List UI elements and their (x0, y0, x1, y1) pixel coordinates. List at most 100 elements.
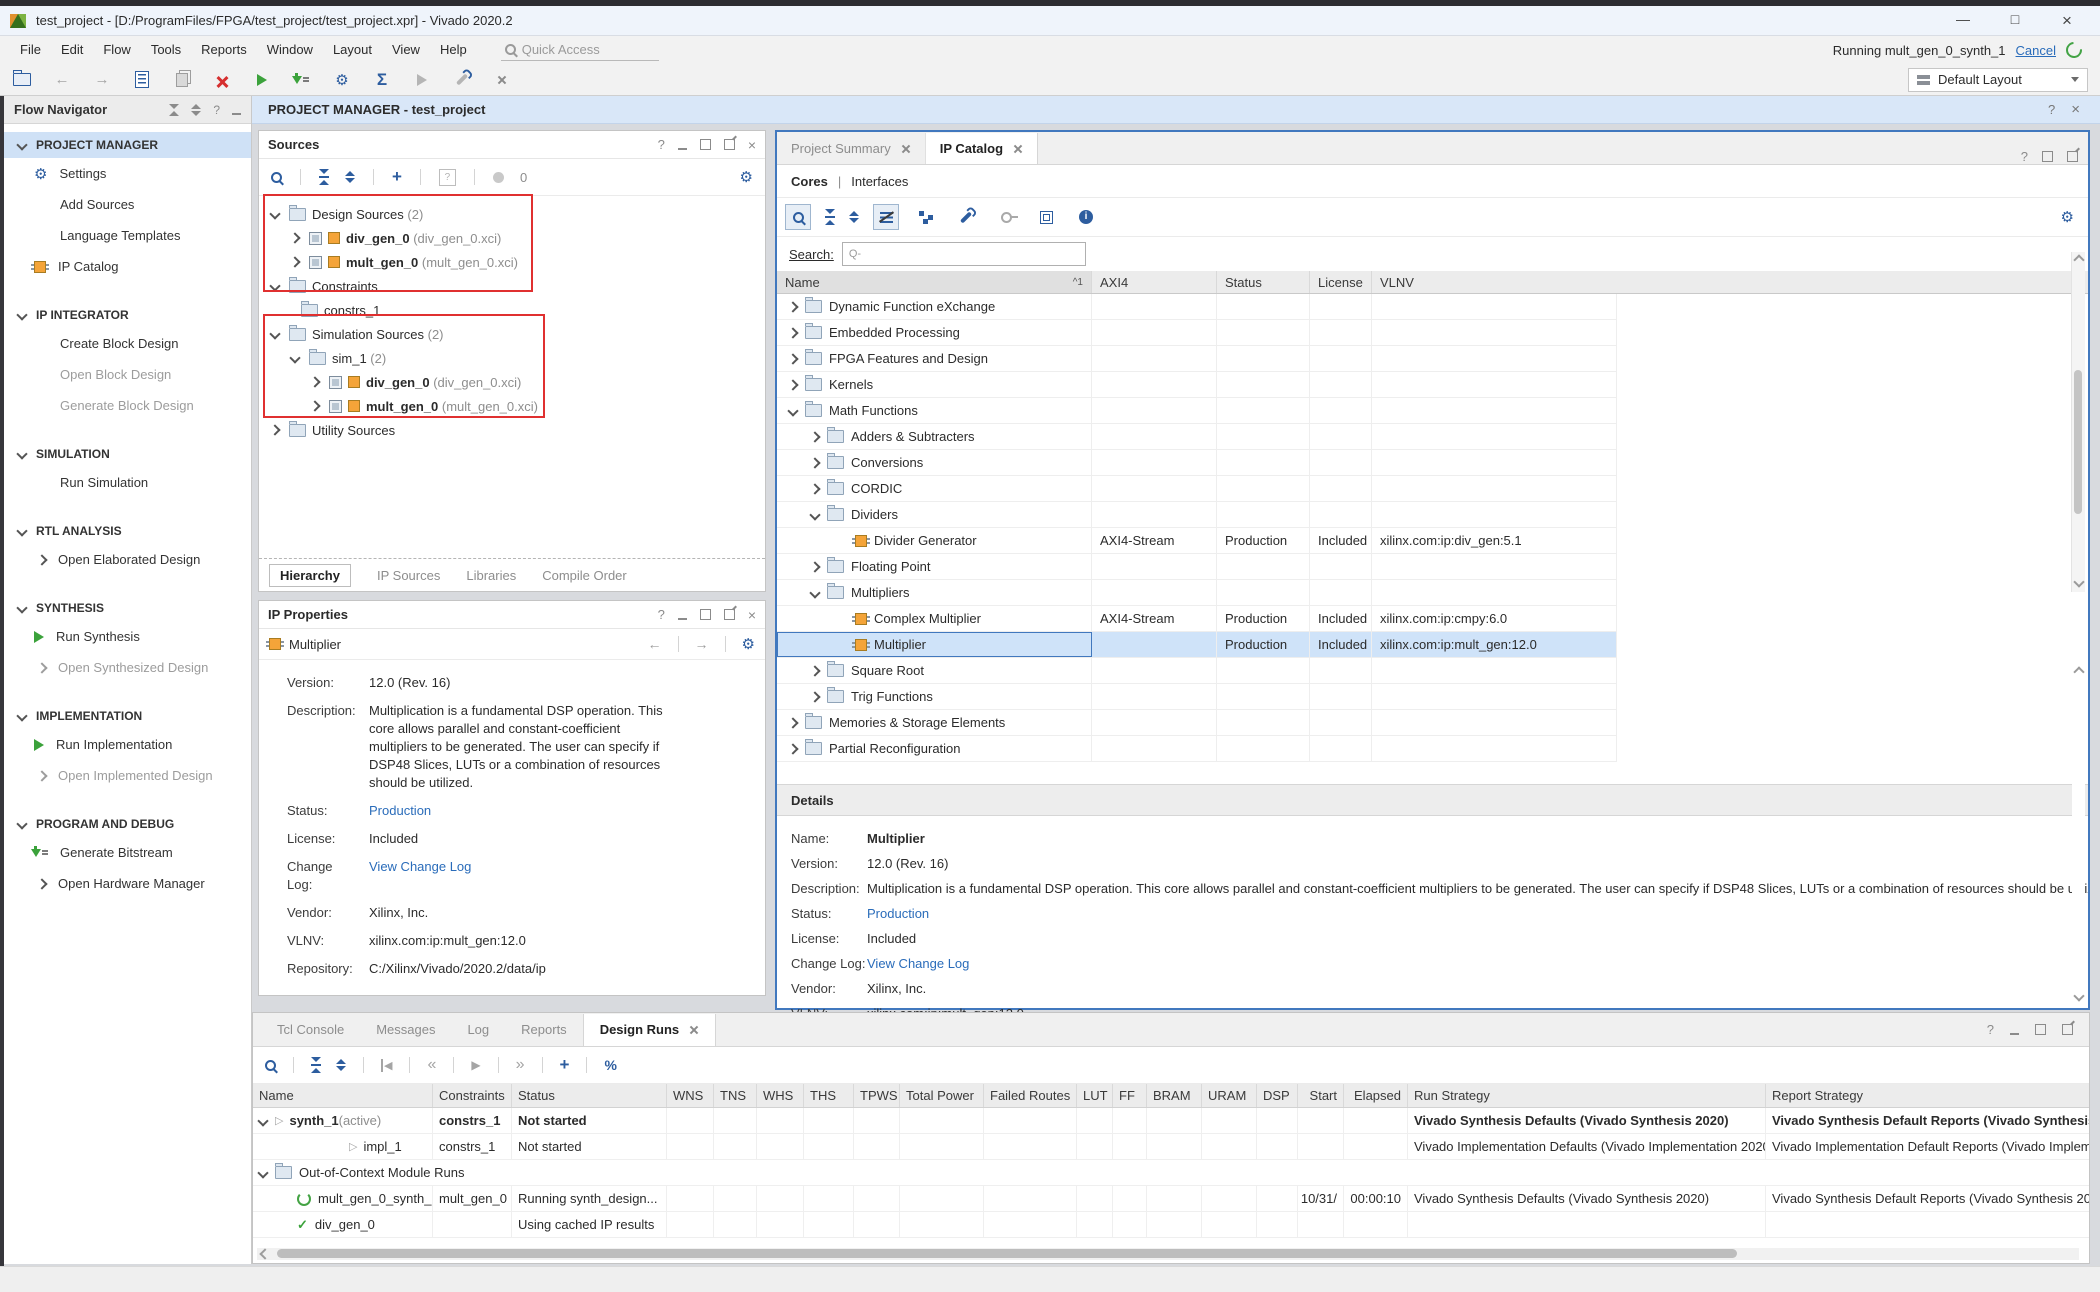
forward-arrow-icon[interactable]: → (695, 636, 709, 652)
column-header[interactable]: Report Strategy (1766, 1084, 2089, 1107)
minimize-panel-icon[interactable] (678, 618, 687, 620)
save-file-icon[interactable] (132, 70, 152, 90)
scrollbar-thumb[interactable] (2074, 370, 2082, 514)
copy-icon[interactable] (172, 70, 192, 90)
catalog-row[interactable]: CORDIC (777, 476, 1617, 502)
filter-icon[interactable] (873, 204, 899, 230)
column-header[interactable]: LUT (1077, 1084, 1113, 1107)
column-header[interactable]: WNS (667, 1084, 714, 1107)
tree-item-utility-sources[interactable]: Utility Sources (259, 418, 765, 442)
column-header[interactable]: URAM (1202, 1084, 1257, 1107)
add-sources-icon[interactable]: + (392, 167, 402, 187)
catalog-row-multiplier-selected[interactable]: MultiplierProductionIncludedxilinx.com:i… (777, 632, 1617, 658)
minimize-panel-icon[interactable] (232, 113, 241, 115)
layout-selector[interactable]: Default Layout (1908, 68, 2088, 92)
panel-settings-gear-icon[interactable]: ⚙ (742, 635, 755, 653)
collapse-all-icon[interactable] (311, 1057, 321, 1073)
nav-item-ip-catalog[interactable]: IP Catalog (4, 251, 251, 282)
catalog-row[interactable]: Adders & Subtracters (777, 424, 1617, 450)
nav-item-create-block-design[interactable]: Create Block Design (4, 328, 251, 359)
tree-item-sim-1[interactable]: sim_1 (2) (259, 346, 765, 370)
open-project-icon[interactable] (12, 70, 32, 90)
status-production-link[interactable]: Production (369, 802, 679, 820)
view-change-log-link[interactable]: View Change Log (369, 858, 679, 894)
tab-compile-order[interactable]: Compile Order (542, 568, 627, 583)
section-header-rtl-analysis[interactable]: RTL ANALYSIS (4, 518, 251, 544)
generate-bitstream-toolbar-icon[interactable] (292, 70, 312, 90)
detail-change-log-link[interactable]: View Change Log (867, 951, 1009, 976)
detail-status-link[interactable]: Production (867, 901, 969, 926)
menu-window[interactable]: Window (257, 39, 323, 61)
run-row-synth-1[interactable]: ▷synth_1 (active) constrs_1 Not started … (253, 1108, 2089, 1134)
tab-messages[interactable]: Messages (360, 1014, 451, 1046)
maximize-window-icon[interactable]: □ (2006, 11, 2024, 31)
expand-all-icon[interactable] (191, 104, 201, 116)
tree-item-constrs-1[interactable]: constrs_1 (259, 298, 765, 322)
details-scrollbar[interactable] (2072, 664, 2085, 1006)
catalog-row[interactable]: Dividers (777, 502, 1617, 528)
catalog-row[interactable]: Conversions (777, 450, 1617, 476)
column-header[interactable]: BRAM (1147, 1084, 1202, 1107)
float-panel-icon[interactable] (724, 139, 735, 150)
create-run-icon[interactable]: + (560, 1055, 570, 1075)
menu-file[interactable]: File (10, 39, 51, 61)
catalog-row[interactable]: Floating Point (777, 554, 1617, 580)
catalog-row[interactable]: FPGA Features and Design (777, 346, 1617, 372)
column-header-vlnv[interactable]: VLNV (1372, 271, 1617, 293)
catalog-scrollbar[interactable] (2071, 252, 2085, 592)
quick-access-search[interactable]: Quick Access (501, 40, 659, 61)
column-header-license[interactable]: License (1310, 271, 1372, 293)
run-row-impl-1[interactable]: ▷impl_1 constrs_1 Not started Vivado Imp… (253, 1134, 2089, 1160)
catalog-search-input[interactable]: Q- (842, 242, 1086, 266)
scroll-up-icon[interactable] (2073, 666, 2084, 677)
nav-item-open-elaborated-design[interactable]: Open Elaborated Design (4, 544, 251, 575)
column-header[interactable]: Run Strategy (1408, 1084, 1766, 1107)
search-icon[interactable] (265, 1060, 276, 1071)
view-cores[interactable]: Cores (791, 174, 828, 189)
column-header[interactable]: TNS (714, 1084, 757, 1107)
panel-settings-gear-icon[interactable]: ⚙ (740, 168, 753, 186)
close-window-icon[interactable]: × (2058, 11, 2076, 31)
float-panel-icon[interactable] (2062, 1024, 2073, 1035)
catalog-row[interactable]: Square Root (777, 658, 1617, 684)
column-header-name[interactable]: Name^1 (777, 271, 1092, 293)
back-arrow-icon[interactable]: ← (648, 636, 662, 652)
column-header[interactable]: DSP (1257, 1084, 1298, 1107)
run-row-mult-gen-synth[interactable]: mult_gen_0_synth_1 mult_gen_0 Running sy… (253, 1186, 2089, 1212)
group-by-hierarchy-icon[interactable] (913, 204, 939, 230)
float-panel-icon[interactable] (2067, 151, 2078, 162)
nav-item-run-synthesis[interactable]: Run Synthesis (4, 621, 251, 652)
column-header-axi4[interactable]: AXI4 (1092, 271, 1217, 293)
run-row-div-gen-0[interactable]: ✓div_gen_0 Using cached IP results (253, 1212, 2089, 1238)
tab-project-summary[interactable]: Project Summary (777, 133, 926, 164)
search-icon[interactable] (785, 204, 811, 230)
cancel-run-link[interactable]: Cancel (2016, 43, 2056, 58)
help-icon[interactable]: ? (2048, 102, 2055, 117)
menu-flow[interactable]: Flow (93, 39, 140, 61)
catalog-row[interactable]: Multipliers (777, 580, 1617, 606)
tree-item-div-gen-0[interactable]: div_gen_0 (div_gen_0.xci) (259, 226, 765, 250)
maximize-panel-icon[interactable] (700, 609, 711, 620)
column-header[interactable]: THS (804, 1084, 854, 1107)
column-header[interactable]: TPWS (854, 1084, 900, 1107)
float-panel-icon[interactable] (724, 609, 735, 620)
close-panel-icon[interactable]: × (748, 137, 756, 153)
collapse-all-icon[interactable] (169, 104, 179, 116)
search-icon[interactable] (271, 172, 282, 183)
customize-ip-icon[interactable] (953, 204, 979, 230)
column-header[interactable]: Start (1298, 1084, 1344, 1107)
maximize-panel-icon[interactable] (700, 139, 711, 150)
catalog-row[interactable]: Memories & Storage Elements (777, 710, 1617, 736)
tree-item-simulation-sources[interactable]: Simulation Sources (2) (259, 322, 765, 346)
catalog-row[interactable]: Trig Functions (777, 684, 1617, 710)
info-icon[interactable]: i (1073, 204, 1099, 230)
tab-reports[interactable]: Reports (505, 1014, 583, 1046)
menu-tools[interactable]: Tools (141, 39, 191, 61)
column-header[interactable]: Status (512, 1084, 667, 1107)
catalog-row[interactable]: Embedded Processing (777, 320, 1617, 346)
catalog-row[interactable]: Kernels (777, 372, 1617, 398)
section-header-simulation[interactable]: SIMULATION (4, 441, 251, 467)
nav-item-language-templates[interactable]: Language Templates (4, 220, 251, 251)
menu-help[interactable]: Help (430, 39, 477, 61)
minimize-panel-icon[interactable] (678, 148, 687, 150)
